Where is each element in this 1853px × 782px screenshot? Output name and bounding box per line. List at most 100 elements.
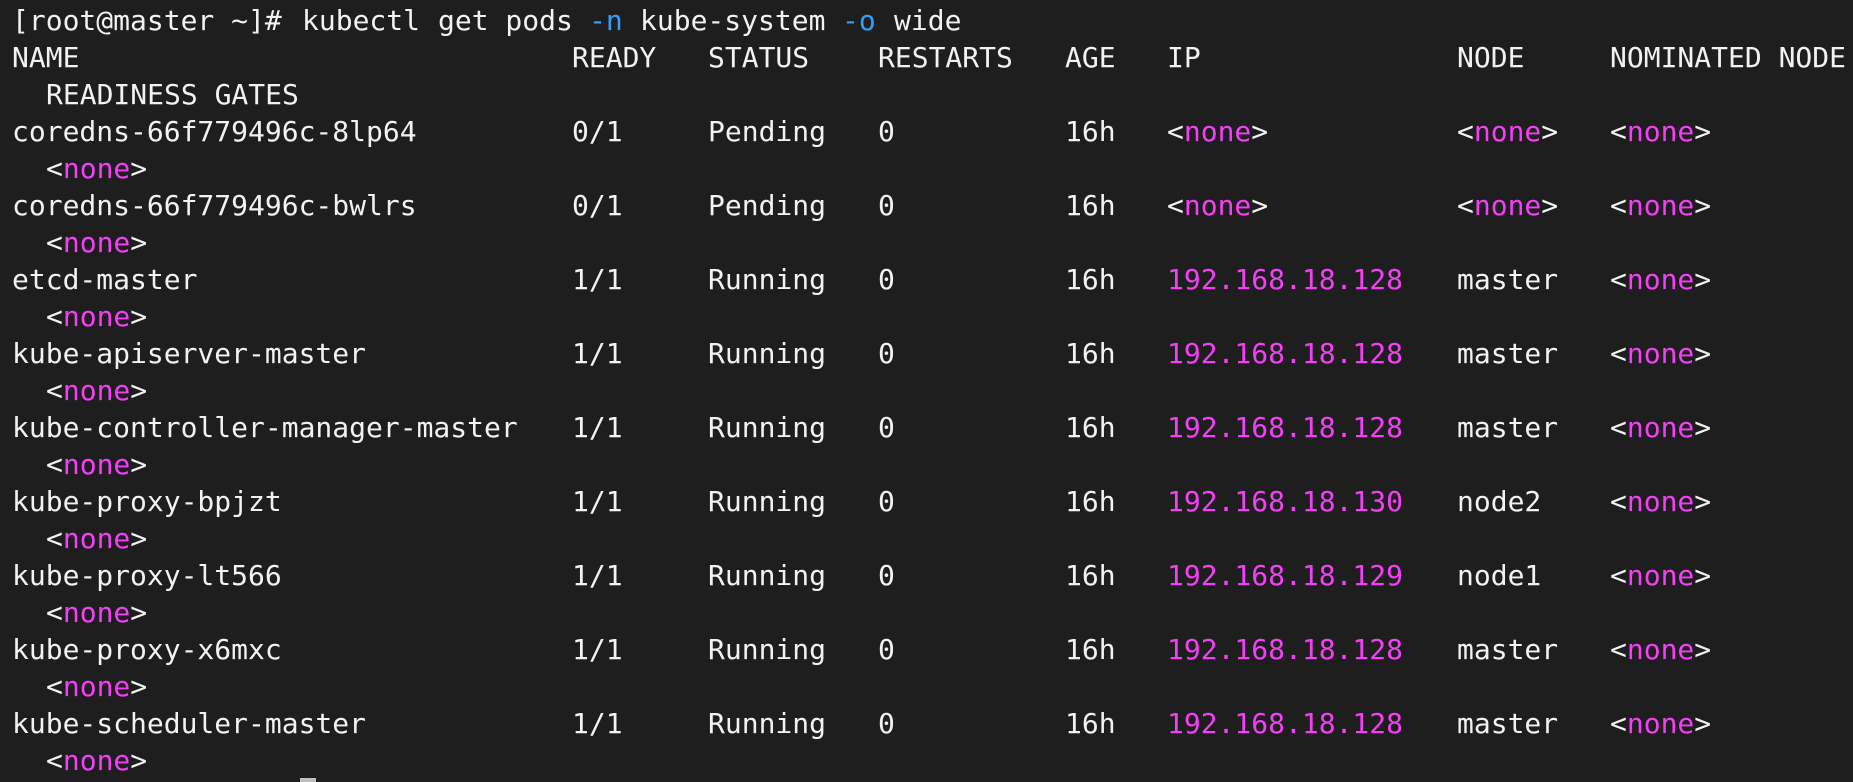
pod-readiness-gates: <none>	[46, 226, 148, 259]
pod-nominated-node-value: none	[1626, 707, 1695, 740]
pod-restarts: 0	[878, 633, 895, 666]
pod-ready: 1/1	[572, 633, 623, 666]
pod-readiness-gates: <none>	[46, 448, 148, 481]
header-ip: IP	[1167, 41, 1201, 74]
pod-ip: 192.168.18.128	[1167, 337, 1404, 370]
pod-name: kube-controller-manager-master	[12, 411, 518, 444]
pod-nominated-node-value: none	[1626, 189, 1695, 222]
pod-age: 16h	[1065, 707, 1116, 740]
pod-status: Running	[708, 411, 827, 444]
pod-readiness-gates-value: none	[62, 596, 131, 629]
pod-restarts: 0	[878, 115, 895, 148]
pod-status: Running	[708, 485, 827, 518]
pod-node: master	[1457, 337, 1559, 370]
pod-nominated-node-value: none	[1626, 485, 1695, 518]
pod-status: Running	[708, 337, 827, 370]
pod-restarts: 0	[878, 337, 895, 370]
pod-nominated-node: <none>	[1610, 633, 1712, 666]
pod-status: Pending	[708, 189, 827, 222]
pod-nominated-node-value: none	[1626, 411, 1695, 444]
pod-restarts: 0	[878, 707, 895, 740]
pod-nominated-node-value: none	[1626, 337, 1695, 370]
header-ready: READY	[572, 41, 657, 74]
pod-readiness-gates-value: none	[62, 448, 131, 481]
terminal-window[interactable]: [root@master ~]# kubectl get pods -n kub…	[0, 0, 1853, 782]
pod-readiness-gates: <none>	[46, 152, 148, 185]
header-restarts: RESTARTS	[878, 41, 1013, 74]
pod-node: master	[1457, 411, 1559, 444]
pod-name: coredns-66f779496c-8lp64	[12, 115, 417, 148]
pod-node: master	[1457, 633, 1559, 666]
pod-readiness-gates-value: none	[62, 374, 131, 407]
pod-age: 16h	[1065, 485, 1116, 518]
pod-readiness-gates: <none>	[46, 670, 148, 703]
pod-node: <none>	[1457, 115, 1559, 148]
pod-readiness-gates-value: none	[62, 670, 131, 703]
pod-readiness-gates-value: none	[62, 300, 131, 333]
pod-ip: 192.168.18.128	[1167, 263, 1404, 296]
pod-node: master	[1457, 707, 1559, 740]
pod-age: 16h	[1065, 411, 1116, 444]
pod-nominated-node-value: none	[1626, 115, 1695, 148]
pod-nominated-node: <none>	[1610, 337, 1712, 370]
pod-ip-value: none	[1183, 115, 1252, 148]
pod-ip: 192.168.18.129	[1167, 559, 1404, 592]
pod-age: 16h	[1065, 115, 1116, 148]
pod-readiness-gates-value: none	[62, 522, 131, 555]
pod-readiness-gates-value: none	[62, 744, 131, 777]
pod-ip-value: none	[1183, 189, 1252, 222]
pod-restarts: 0	[878, 411, 895, 444]
pod-ip: <none>	[1167, 189, 1269, 222]
header-readiness-gates: READINESS GATES	[46, 78, 299, 111]
pod-ip: 192.168.18.128	[1167, 707, 1404, 740]
pod-ready: 1/1	[572, 263, 623, 296]
pod-ready: 1/1	[572, 485, 623, 518]
header-status: STATUS	[708, 41, 810, 74]
subcommand: get pods	[438, 4, 573, 37]
pod-ip: 192.168.18.130	[1167, 485, 1404, 518]
pod-status: Pending	[708, 115, 827, 148]
pod-node: node2	[1457, 485, 1542, 518]
pod-ready: 0/1	[572, 115, 623, 148]
terminal-cursor	[300, 778, 316, 782]
pod-name: kube-proxy-bpjzt	[12, 485, 282, 518]
pod-readiness-gates: <none>	[46, 744, 148, 777]
pod-name: coredns-66f779496c-bwlrs	[12, 189, 417, 222]
namespace-flag: -n	[589, 4, 623, 37]
pod-node-value: none	[1473, 115, 1542, 148]
header-node: NODE	[1457, 41, 1525, 74]
namespace-value: kube-system	[640, 4, 826, 37]
pod-nominated-node: <none>	[1610, 189, 1712, 222]
pod-ready: 1/1	[572, 559, 623, 592]
pod-node: node1	[1457, 559, 1542, 592]
pod-age: 16h	[1065, 263, 1116, 296]
pod-readiness-gates-value: none	[62, 152, 131, 185]
pod-readiness-gates: <none>	[46, 596, 148, 629]
pod-status: Running	[708, 263, 827, 296]
output-value: wide	[894, 4, 962, 37]
command-line: [root@master ~]# kubectl get pods -n kub…	[12, 2, 961, 39]
pod-nominated-node-value: none	[1626, 633, 1695, 666]
pod-restarts: 0	[878, 189, 895, 222]
pod-nominated-node-value: none	[1626, 263, 1695, 296]
header-nominated-node: NOMINATED NODE	[1610, 41, 1847, 74]
pod-status: Running	[708, 633, 827, 666]
pod-node-value: none	[1473, 189, 1542, 222]
pod-name: kube-proxy-x6mxc	[12, 633, 282, 666]
pod-ready: 1/1	[572, 337, 623, 370]
pod-node: <none>	[1457, 189, 1559, 222]
pod-readiness-gates: <none>	[46, 522, 148, 555]
pod-nominated-node: <none>	[1610, 485, 1712, 518]
command: kubectl	[302, 4, 421, 37]
pod-nominated-node: <none>	[1610, 115, 1712, 148]
pod-age: 16h	[1065, 559, 1116, 592]
pod-ip: 192.168.18.128	[1167, 411, 1404, 444]
pod-name: kube-scheduler-master	[12, 707, 367, 740]
pod-name: kube-apiserver-master	[12, 337, 367, 370]
pod-nominated-node: <none>	[1610, 411, 1712, 444]
pod-name: etcd-master	[12, 263, 198, 296]
pod-age: 16h	[1065, 337, 1116, 370]
pod-restarts: 0	[878, 263, 895, 296]
pod-readiness-gates-value: none	[62, 226, 131, 259]
pod-ready: 1/1	[572, 411, 623, 444]
